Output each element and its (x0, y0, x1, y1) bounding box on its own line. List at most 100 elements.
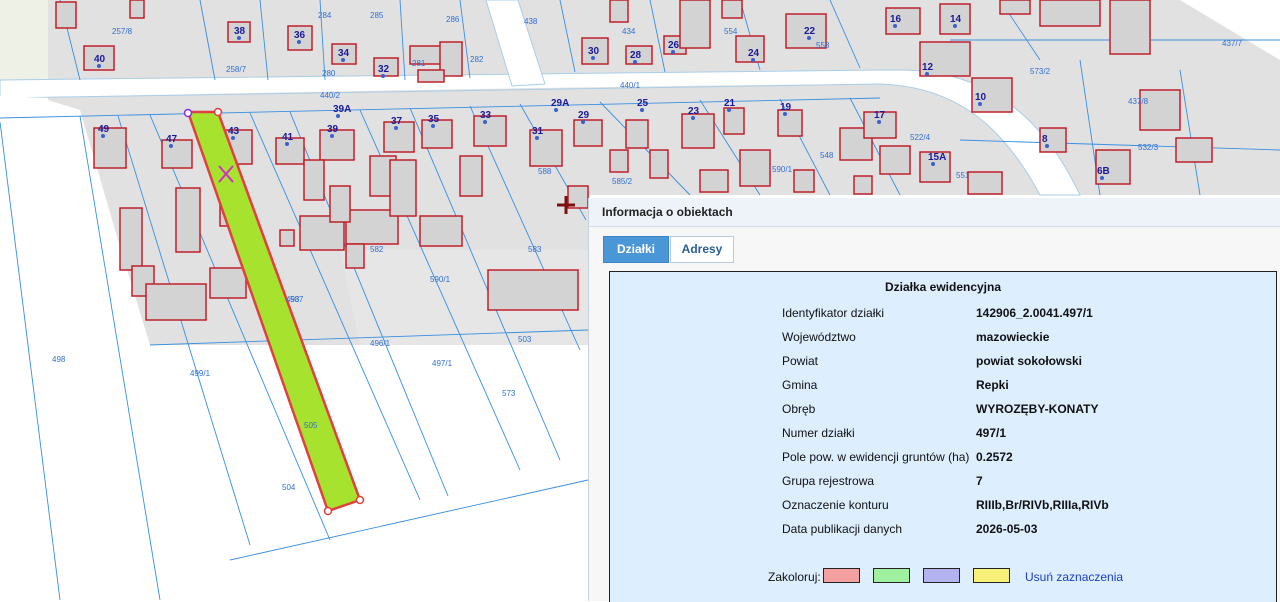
house-number-label: 29 (578, 110, 590, 121)
row-value: mazowieckie (976, 330, 1050, 344)
address-point-marker (727, 108, 731, 112)
plot-number-label: 548 (820, 151, 834, 160)
plot-number-label: 558 (816, 41, 830, 50)
address-point-marker (640, 108, 644, 112)
row-value: 7 (976, 474, 983, 488)
row-label: Województwo (782, 330, 856, 344)
house-number-label: 49 (98, 124, 110, 135)
house-number-label: 32 (378, 64, 390, 75)
house-number-label: 6B (1097, 166, 1110, 177)
house-number-label: 24 (748, 48, 760, 59)
address-point-marker (671, 50, 675, 54)
row-label: Data publikacji danych (782, 522, 903, 536)
row-value: 497/1 (976, 426, 1007, 440)
house-number-label: 31 (532, 126, 544, 137)
row-pole: Pole pow. w ewidencji gruntów (ha) 0.2572 (610, 450, 1276, 470)
address-point-marker (877, 120, 881, 124)
row-value: 142906_2.0041.497/1 (976, 306, 1093, 320)
address-point-marker (169, 144, 173, 148)
plot-number-label: 551 (956, 171, 970, 180)
house-number-label: 26 (668, 40, 680, 51)
house-number-label: 38 (234, 26, 246, 37)
object-info-panel: Informacja o obiektach Działki Adresy Dz… (588, 198, 1280, 602)
plot-number-label: 286 (446, 15, 460, 24)
panel-header: Informacja o obiektach (589, 198, 1280, 227)
row-gmina: Gmina Repki (610, 378, 1276, 398)
color-swatch-yellow[interactable] (973, 568, 1010, 583)
colorize-bar: Zakoloruj: Usuń zaznaczenia (768, 568, 1268, 588)
plot-number-label: 499/1 (190, 369, 211, 378)
address-point-marker (237, 36, 241, 40)
row-value: 0.2572 (976, 450, 1013, 464)
row-value: 2026-05-03 (976, 522, 1038, 536)
house-number-label: 35 (428, 114, 440, 125)
plot-number-label: 573 (502, 389, 516, 398)
address-point-marker (330, 134, 334, 138)
house-number-label: 33 (480, 110, 492, 121)
color-swatch-green[interactable] (873, 568, 910, 583)
address-point-marker (931, 162, 935, 166)
row-value: WYROZĘBY-KONATY (976, 402, 1099, 416)
row-grupa: Grupa rejestrowa 7 (610, 474, 1276, 494)
plot-number-label: 583 (528, 245, 542, 254)
plot-number-label: 440/2 (320, 91, 341, 100)
address-point-marker (953, 24, 957, 28)
house-number-label: 14 (950, 14, 962, 25)
plot-number-label: 588 (538, 167, 552, 176)
house-number-label: 39 (327, 124, 339, 135)
clear-selection-link[interactable]: Usuń zaznaczenia (1025, 570, 1123, 584)
colorize-label: Zakoloruj: (768, 570, 821, 584)
row-data: Data publikacji danych 2026-05-03 (610, 522, 1276, 542)
panel-title: Informacja o obiektach (602, 205, 733, 219)
house-number-label: 36 (294, 30, 306, 41)
row-label: Pole pow. w ewidencji gruntów (ha) (782, 450, 970, 464)
plot-number-label: 505 (304, 421, 318, 430)
house-number-label: 43 (228, 126, 240, 137)
house-number-label: 23 (688, 106, 700, 117)
house-number-label: 30 (588, 46, 600, 57)
house-number-label: 28 (630, 50, 642, 61)
row-kontur: Oznaczenie konturu RIIIb,Br/RIVb,RIIIa,RI… (610, 498, 1276, 518)
address-point-marker (535, 136, 539, 140)
plot-number-label: 504 (282, 483, 296, 492)
house-number-label: 8 (1042, 134, 1048, 145)
plot-number-label: 437/8 (1128, 97, 1149, 106)
color-swatch-blue[interactable] (923, 568, 960, 583)
row-numer: Numer działki 497/1 (610, 426, 1276, 446)
address-point-marker (285, 142, 289, 146)
house-number-label: 19 (780, 102, 792, 113)
address-point-marker (1045, 144, 1049, 148)
row-wojewodztwo: Województwo mazowieckie (610, 330, 1276, 350)
plot-number-label: 590/1 (430, 275, 451, 284)
plot-number-label: 493 (286, 295, 300, 304)
tab-adresy[interactable]: Adresy (670, 236, 734, 263)
address-point-marker (807, 36, 811, 40)
plot-number-label: 281 (412, 59, 426, 68)
tab-dzialki[interactable]: Działki (603, 236, 669, 263)
plot-number-label: 503 (518, 335, 532, 344)
address-point-marker (1100, 176, 1104, 180)
house-number-label: 16 (890, 14, 902, 25)
house-number-label: 12 (922, 62, 934, 73)
house-number-label: 17 (874, 110, 886, 121)
address-point-marker (783, 112, 787, 116)
color-swatch-red[interactable] (823, 568, 860, 583)
address-point-marker (394, 126, 398, 130)
plot-number-label: 582 (370, 245, 384, 254)
address-point-marker (751, 58, 755, 62)
address-point-marker (297, 40, 301, 44)
address-point-marker (591, 56, 595, 60)
plot-number-label: 532/3 (1138, 143, 1159, 152)
plot-number-label: 522/4 (910, 133, 931, 142)
plot-number-label: 434 (622, 27, 636, 36)
plot-number-label: 438 (524, 17, 538, 26)
house-number-label: 10 (975, 92, 987, 103)
row-value: powiat sokołowski (976, 354, 1083, 368)
plot-number-label: 285 (370, 11, 384, 20)
row-value: RIIIb,Br/RIVb,RIIIa,RIVb (976, 498, 1109, 512)
address-point-marker (483, 120, 487, 124)
address-point-marker (431, 124, 435, 128)
plot-number-label: 590/1 (772, 165, 793, 174)
plot-number-label: 258/7 (226, 65, 247, 74)
address-point-marker (336, 114, 340, 118)
